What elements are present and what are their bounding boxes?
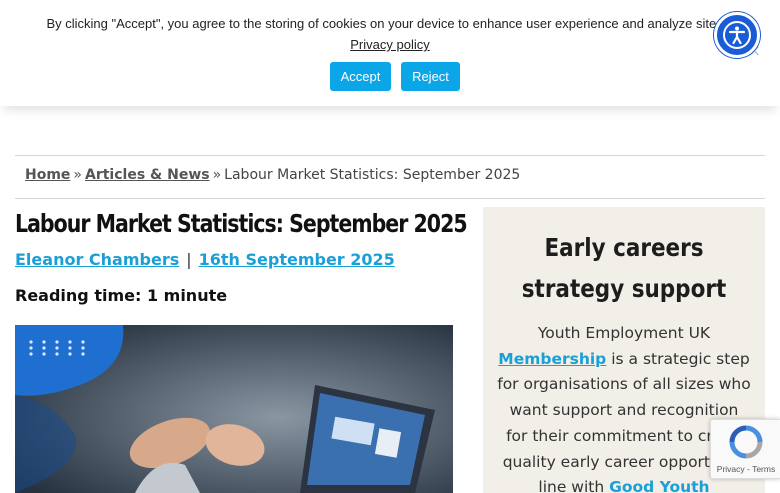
article-meta: Eleanor Chambers | 16th September 2025	[15, 250, 395, 269]
membership-link[interactable]: Membership	[498, 350, 606, 368]
article-hero-image	[15, 325, 453, 493]
page-title: Labour Market Statistics: September 2025	[15, 209, 468, 238]
breadcrumb-separator: »	[73, 167, 82, 183]
breadcrumb-separator: »	[212, 167, 222, 183]
recaptcha-icon	[729, 425, 763, 459]
sidebar-title-text: Early careers strategy support	[521, 233, 727, 303]
breadcrumb-top-divider	[15, 155, 765, 156]
accessibility-button[interactable]	[714, 12, 760, 58]
reject-cookies-button[interactable]: Reject	[401, 62, 460, 91]
date-link[interactable]: 16th September 2025	[199, 250, 395, 269]
hero-illustration	[15, 325, 453, 493]
good-youth-link[interactable]: Good Youth	[609, 478, 709, 493]
breadcrumb-bottom-divider	[15, 198, 765, 199]
sidebar-body-prefix: Youth Employment UK	[537, 324, 711, 342]
accessibility-icon	[723, 21, 751, 49]
breadcrumb-home-link[interactable]: Home	[25, 167, 70, 183]
breadcrumb: Home» Articles & News» Labour Market Stati…	[15, 167, 520, 183]
sidebar-title: Early careers strategy support	[483, 227, 765, 309]
recaptcha-badge[interactable]: Privacy - Terms	[710, 419, 780, 479]
breadcrumb-articles-link[interactable]: Articles & News	[85, 167, 210, 183]
cookie-message: By clicking "Accept", you agree to the s…	[46, 16, 734, 31]
meta-separator: |	[186, 250, 192, 269]
author-link[interactable]: Eleanor Chambers	[15, 250, 179, 269]
breadcrumb-current: Labour Market Statistics: September 2025	[224, 167, 521, 183]
privacy-policy-link[interactable]: Privacy policy	[350, 37, 429, 52]
reading-time: Reading time: 1 minute	[15, 286, 228, 305]
privacy-policy-row: Privacy policy	[0, 37, 780, 52]
cookie-banner: By clicking "Accept", you agree to the s…	[0, 0, 780, 106]
recaptcha-terms[interactable]: Privacy - Terms	[711, 464, 780, 474]
accept-cookies-button[interactable]: Accept	[330, 62, 391, 91]
